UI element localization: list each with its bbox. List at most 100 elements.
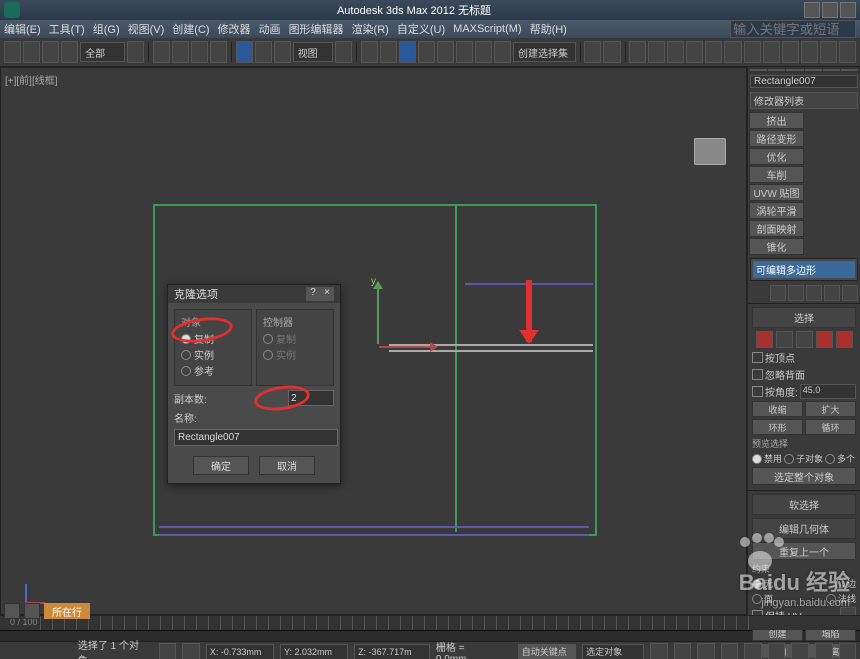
- menu-animation[interactable]: 动画: [259, 21, 281, 37]
- y-coord-field[interactable]: Y: 2.032mm: [280, 644, 348, 659]
- copies-spinner[interactable]: 2: [288, 390, 334, 406]
- close-button[interactable]: [840, 2, 856, 18]
- menu-help[interactable]: 帮助(H): [530, 21, 567, 37]
- mirror-button[interactable]: [494, 41, 511, 63]
- select-button[interactable]: [127, 41, 144, 63]
- mod-btn-lathe[interactable]: 车削: [749, 166, 804, 183]
- subobj-vertex-icon[interactable]: [756, 331, 773, 348]
- active-tab[interactable]: 所在行: [44, 603, 90, 619]
- window-crossing-button[interactable]: [210, 41, 227, 63]
- preview-multi-radio[interactable]: [825, 454, 835, 464]
- mod-btn-uvw[interactable]: UVW 贴图: [749, 184, 804, 201]
- nav-zoom-icon[interactable]: [768, 643, 786, 659]
- tab-display[interactable]: [823, 69, 840, 71]
- menu-views[interactable]: 视图(V): [128, 21, 165, 37]
- pivot-button[interactable]: [335, 41, 352, 63]
- keyboard-shortcut-button[interactable]: [380, 41, 397, 63]
- select-object-button[interactable]: [153, 41, 170, 63]
- angle-snap-button[interactable]: [418, 41, 435, 63]
- menu-graph[interactable]: 图形编辑器: [289, 21, 344, 37]
- viewport[interactable]: [+][前][线框] y 克隆选项 ? × 对象 复制: [0, 67, 747, 615]
- stack-unique-icon[interactable]: [806, 285, 822, 301]
- viewcube[interactable]: [694, 138, 726, 165]
- align-button[interactable]: [584, 41, 601, 63]
- dialog-close-button[interactable]: ×: [320, 287, 334, 301]
- edit-named-sel-button[interactable]: [475, 41, 492, 63]
- tab-next-icon[interactable]: [24, 603, 40, 619]
- menu-search-input[interactable]: [730, 20, 856, 38]
- menu-create[interactable]: 创建(C): [172, 21, 209, 37]
- layers-button[interactable]: [603, 41, 620, 63]
- menu-render[interactable]: 渲染(R): [352, 21, 389, 37]
- menu-group[interactable]: 组(G): [93, 21, 120, 37]
- subobj-element-icon[interactable]: [836, 331, 853, 348]
- tab-prev-icon[interactable]: [4, 603, 20, 619]
- grow-button[interactable]: 扩大: [805, 401, 856, 417]
- tool-extra-3[interactable]: [782, 41, 799, 63]
- tab-modify[interactable]: [768, 69, 785, 71]
- stack-show-icon[interactable]: [788, 285, 804, 301]
- timeline[interactable]: 0 / 100: [0, 615, 860, 630]
- maximize-button[interactable]: [822, 2, 838, 18]
- play-icon[interactable]: [697, 643, 715, 659]
- nav-fov-icon[interactable]: [815, 643, 833, 659]
- cancel-button[interactable]: 取消: [259, 456, 315, 475]
- minimize-button[interactable]: [804, 2, 820, 18]
- undo-button[interactable]: [4, 41, 21, 63]
- manipulate-button[interactable]: [361, 41, 378, 63]
- lock-selection-icon[interactable]: [159, 643, 177, 659]
- ring-button[interactable]: 环形: [752, 419, 803, 435]
- subobj-border-icon[interactable]: [796, 331, 813, 348]
- angle-field[interactable]: 45.0: [800, 384, 856, 399]
- tab-create[interactable]: [750, 69, 767, 71]
- dialog-titlebar[interactable]: 克隆选项 ? ×: [168, 285, 340, 303]
- timeline-ruler[interactable]: [40, 616, 750, 630]
- material-editor-button[interactable]: [667, 41, 684, 63]
- link-button[interactable]: [42, 41, 59, 63]
- rotate-button[interactable]: [255, 41, 272, 63]
- select-whole-button[interactable]: 选定整个对象: [752, 467, 856, 485]
- ref-coord-dropdown[interactable]: 视图: [293, 42, 333, 62]
- radio-instance[interactable]: 实例: [181, 347, 245, 362]
- x-coord-field[interactable]: X: -0.733mm: [206, 644, 274, 659]
- mod-btn-turbo[interactable]: 涡轮平滑: [749, 202, 804, 219]
- stack-remove-icon[interactable]: [824, 285, 840, 301]
- mod-btn-taper[interactable]: 锥化: [749, 238, 804, 255]
- select-name-button[interactable]: [172, 41, 189, 63]
- subobj-edge-icon[interactable]: [776, 331, 793, 348]
- radio-reference[interactable]: 参考: [181, 363, 245, 378]
- menu-customize[interactable]: 自定义(U): [397, 21, 445, 37]
- named-sel-dropdown[interactable]: 创建选择集: [513, 42, 576, 62]
- preview-off-radio[interactable]: [752, 454, 762, 464]
- modifier-stack[interactable]: 可编辑多边形: [750, 258, 858, 281]
- play-end-icon[interactable]: [744, 643, 762, 659]
- curve-editor-button[interactable]: [629, 41, 646, 63]
- tool-extra-6[interactable]: [839, 41, 856, 63]
- menu-maxscript[interactable]: MAXScript(M): [453, 23, 521, 35]
- tab-hierarchy[interactable]: [786, 69, 803, 71]
- nav-zoomall-icon[interactable]: [791, 643, 809, 659]
- tool-extra-4[interactable]: [801, 41, 818, 63]
- play-next-icon[interactable]: [721, 643, 739, 659]
- modifier-list-dropdown[interactable]: 修改器列表: [750, 92, 858, 109]
- percent-snap-button[interactable]: [437, 41, 454, 63]
- selection-filter-dropdown[interactable]: 全部: [80, 42, 125, 62]
- menu-edit[interactable]: 编辑(E): [4, 21, 41, 37]
- rollout-selection[interactable]: 选择: [752, 307, 856, 328]
- sel-set-dropdown[interactable]: 选定对象: [582, 644, 644, 659]
- select-region-button[interactable]: [191, 41, 208, 63]
- render-setup-button[interactable]: [686, 41, 703, 63]
- menu-modifiers[interactable]: 修改器: [218, 21, 251, 37]
- chk-by-vertex[interactable]: [752, 352, 763, 363]
- spinner-snap-button[interactable]: [456, 41, 473, 63]
- object-name-field[interactable]: Rectangle007: [750, 75, 858, 88]
- unlink-button[interactable]: [61, 41, 78, 63]
- mod-btn-extrude[interactable]: 挤出: [749, 112, 804, 129]
- chk-by-angle[interactable]: [752, 386, 763, 397]
- auto-key-button[interactable]: 自动关键点: [518, 644, 576, 659]
- mod-btn-optimize[interactable]: 优化: [749, 148, 804, 165]
- render-button[interactable]: [724, 41, 741, 63]
- radio-copy[interactable]: 复制: [181, 331, 245, 346]
- viewport-label[interactable]: [+][前][线框]: [5, 72, 58, 87]
- scale-button[interactable]: [274, 41, 291, 63]
